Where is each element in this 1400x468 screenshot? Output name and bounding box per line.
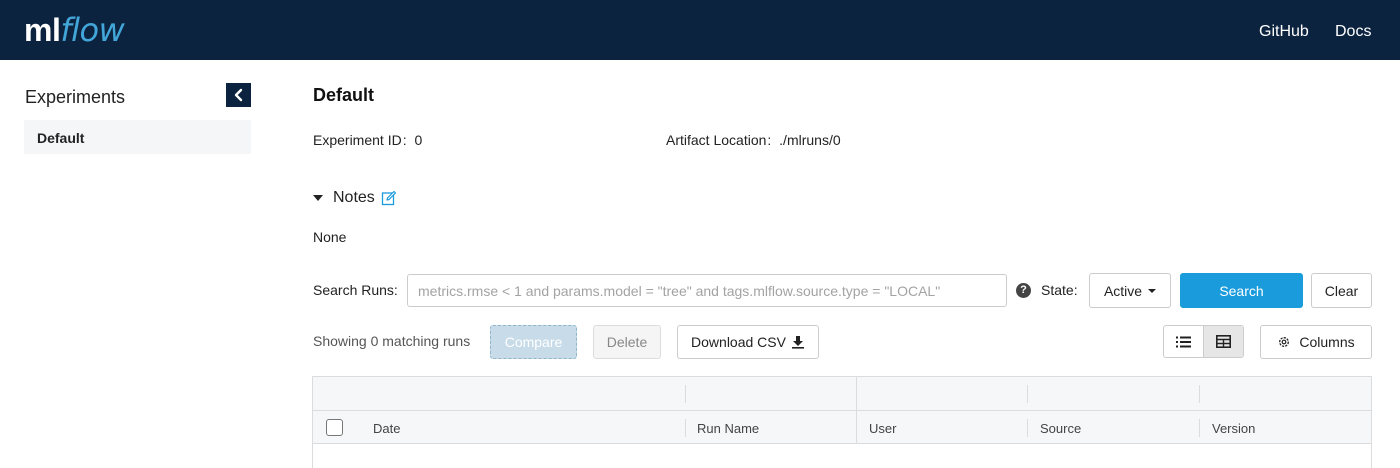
list-view-icon xyxy=(1176,336,1191,347)
matching-runs-count: Showing 0 matching runs xyxy=(313,333,471,349)
delete-button[interactable]: Delete xyxy=(593,325,661,359)
table-group-header xyxy=(313,377,1371,411)
column-divider xyxy=(1199,419,1200,437)
column-header-run-name[interactable]: Run Name xyxy=(697,421,759,436)
column-header-version[interactable]: Version xyxy=(1212,421,1255,436)
select-all-checkbox[interactable] xyxy=(326,419,343,436)
experiment-id: Experiment ID: 0 xyxy=(313,132,422,148)
compare-button[interactable]: Compare xyxy=(490,325,577,359)
artifact-location-value: ./mlruns/0 xyxy=(779,132,841,148)
gear-icon xyxy=(1279,337,1290,347)
grid-view-icon xyxy=(1216,335,1231,348)
artifact-location-label: Artifact Location xyxy=(666,132,767,148)
column-header-date[interactable]: Date xyxy=(373,421,400,436)
list-view-button[interactable] xyxy=(1164,326,1203,357)
notes-label: Notes xyxy=(333,189,375,206)
artifact-location: Artifact Location: ./mlruns/0 xyxy=(666,132,841,148)
columns-button[interactable]: Columns xyxy=(1260,325,1372,359)
state-dropdown-value: Active xyxy=(1103,282,1143,299)
caret-down-icon xyxy=(1148,288,1157,293)
pinned-divider xyxy=(856,377,857,444)
state-label: State: xyxy=(1041,282,1078,298)
clear-button[interactable]: Clear xyxy=(1311,273,1372,308)
notes-content: None xyxy=(313,229,347,245)
group-divider xyxy=(1199,385,1200,403)
column-header-user[interactable]: User xyxy=(869,421,896,436)
experiment-id-separator: : xyxy=(402,132,407,148)
group-divider xyxy=(1027,385,1028,403)
sidebar-item-default[interactable]: Default xyxy=(24,120,251,154)
column-header-source[interactable]: Source xyxy=(1040,421,1081,436)
sidebar-title: Experiments xyxy=(25,87,126,107)
experiment-id-label: Experiment ID xyxy=(313,132,402,148)
help-icon[interactable]: ? xyxy=(1016,283,1031,298)
top-navbar: mlflow GitHub Docs xyxy=(0,0,1400,60)
artifact-location-separator: : xyxy=(767,132,772,148)
column-divider xyxy=(1027,419,1028,437)
search-button[interactable]: Search xyxy=(1180,273,1303,308)
download-csv-label: Download CSV xyxy=(691,334,786,350)
group-divider xyxy=(685,385,686,403)
github-link[interactable]: GitHub xyxy=(1259,22,1309,42)
logo-suffix: flow xyxy=(60,11,125,49)
chevron-left-icon xyxy=(234,88,242,102)
page-title: Default xyxy=(313,85,375,105)
edit-icon[interactable] xyxy=(381,190,397,206)
grid-view-button[interactable] xyxy=(1203,326,1243,357)
notes-header[interactable]: Notes xyxy=(313,189,397,207)
download-icon xyxy=(791,336,804,349)
search-runs-input[interactable] xyxy=(407,274,1007,307)
experiment-id-value: 0 xyxy=(414,132,423,148)
logo-prefix: ml xyxy=(24,12,61,48)
collapse-sidebar-button[interactable] xyxy=(226,83,251,107)
view-toggle xyxy=(1163,325,1244,358)
search-runs-label: Search Runs: xyxy=(313,282,398,298)
runs-table: Date Run Name User Source Version xyxy=(312,376,1372,468)
mlflow-logo[interactable]: mlflow xyxy=(24,11,125,49)
state-dropdown[interactable]: Active xyxy=(1089,273,1171,308)
column-divider xyxy=(685,419,686,437)
columns-label: Columns xyxy=(1299,334,1355,350)
download-csv-button[interactable]: Download CSV xyxy=(677,325,819,359)
docs-link[interactable]: Docs xyxy=(1335,22,1371,42)
caret-down-icon[interactable] xyxy=(313,195,323,201)
